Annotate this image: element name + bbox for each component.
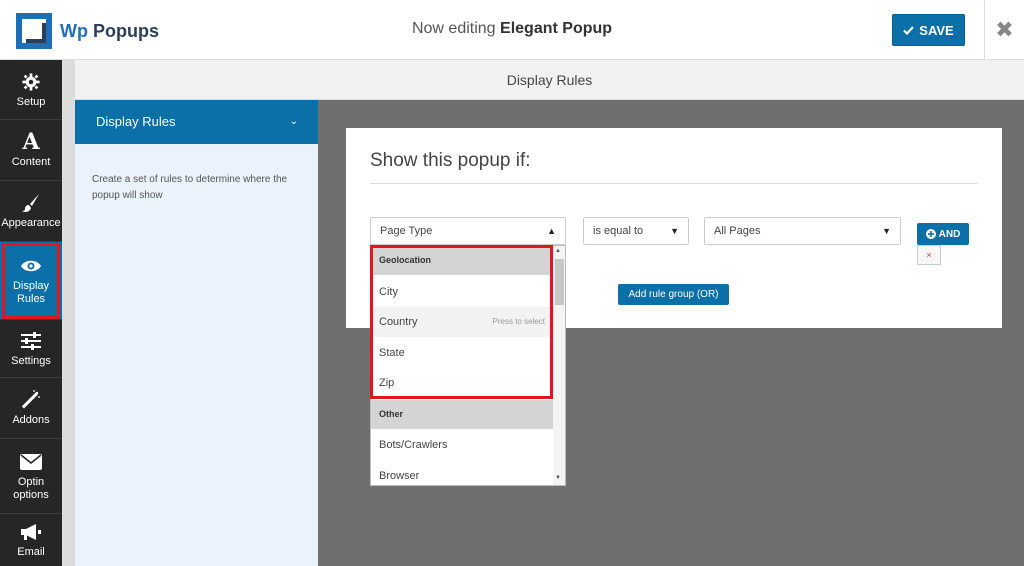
delete-icon: × — [926, 250, 932, 260]
section-description: Create a set of rules to determine where… — [92, 174, 288, 201]
logo-wp-text: Wp — [60, 20, 88, 41]
magic-wand-icon — [21, 389, 41, 411]
display-rules-section-toggle[interactable]: Display Rules ⌄ — [75, 100, 318, 144]
rule-operator-value: is equal to — [593, 225, 644, 237]
sidebar-scrollbar[interactable] — [62, 60, 75, 566]
option-label: Country — [379, 316, 418, 328]
and-button[interactable]: AND — [917, 223, 969, 245]
sidebar-item-email[interactable]: Email — [0, 514, 62, 566]
dropdown-group-header: Geolocation — [371, 246, 553, 275]
font-icon: A — [22, 128, 40, 155]
brush-icon — [21, 192, 41, 214]
envelope-icon — [20, 451, 42, 473]
eye-icon — [20, 255, 42, 277]
divider — [370, 183, 978, 184]
save-label: SAVE — [919, 22, 954, 38]
dropdown-option-city[interactable]: City — [371, 277, 553, 307]
sidebar-item-label: Appearance — [1, 217, 61, 229]
caret-up-icon: ▲ — [547, 226, 556, 236]
scroll-down-icon[interactable]: ▼ — [555, 475, 561, 481]
rule-value-value: All Pages — [714, 225, 761, 237]
add-rule-group-label: Add rule group (OR) — [628, 289, 719, 300]
sidebar-item-label: Display Rules — [12, 280, 50, 305]
sidebar-item-label: Setup — [16, 95, 46, 108]
sidebar-item-addons[interactable]: Addons — [0, 378, 62, 439]
sliders-icon — [21, 330, 41, 352]
dropdown-scrollbar[interactable]: ▲ ▼ — [553, 246, 565, 485]
dropdown-option-bots-crawlers[interactable]: Bots/Crawlers — [371, 430, 553, 460]
select-hint: Press to select — [492, 317, 545, 326]
add-rule-group-button[interactable]: Add rule group (OR) — [618, 284, 729, 305]
icon-sidebar: Setup A Content Appearance Display Rules… — [0, 60, 62, 566]
rule-field-select[interactable]: Page Type ▲ — [370, 217, 566, 245]
logo-text: Wp Popups — [60, 21, 159, 42]
dropdown-option-browser[interactable]: Browser — [371, 461, 553, 485]
plus-circle-icon — [925, 229, 936, 239]
editing-prefix: Now editing — [411, 20, 496, 37]
close-button[interactable]: ✖ — [984, 0, 1024, 60]
rule-value-select[interactable]: All Pages ▼ — [704, 217, 901, 245]
dropdown-option-zip[interactable]: Zip — [371, 368, 553, 398]
rule-field-dropdown[interactable]: Geolocation City Country Press to select… — [370, 245, 566, 486]
caret-down-icon: ▼ — [670, 226, 679, 236]
rules-sidebar: Display Rules ⌄ Create a set of rules to… — [75, 100, 318, 566]
sidebar-item-label: Settings — [11, 354, 51, 367]
top-bar: Wp Popups Now editing Elegant Popup SAVE… — [0, 0, 1024, 60]
panel-header: Display Rules — [75, 60, 1024, 100]
delete-rule-button[interactable]: × — [917, 245, 941, 265]
sidebar-item-optin-options[interactable]: Optin options — [0, 439, 62, 514]
caret-down-icon: ▼ — [882, 226, 891, 236]
and-label: AND — [938, 228, 961, 240]
sidebar-item-settings[interactable]: Settings — [0, 320, 62, 378]
sidebar-item-label: Optin options — [13, 475, 49, 501]
sidebar-item-content[interactable]: A Content — [0, 120, 62, 181]
gear-icon — [22, 71, 40, 93]
sidebar-item-setup[interactable]: Setup — [0, 60, 62, 120]
rule-operator-select[interactable]: is equal to ▼ — [583, 217, 689, 245]
dropdown-group-header: Other — [371, 400, 553, 429]
rules-heading: Show this popup if: — [370, 150, 531, 171]
sidebar-item-appearance[interactable]: Appearance — [0, 181, 62, 242]
dropdown-option-state[interactable]: State — [371, 338, 553, 368]
scroll-up-icon[interactable]: ▲ — [555, 248, 561, 254]
chevron-down-icon: ⌄ — [289, 116, 298, 127]
scrollbar-thumb[interactable] — [555, 259, 564, 305]
logo-popups-text: Popups — [93, 20, 159, 41]
sidebar-item-label: Content — [11, 156, 51, 168]
dropdown-option-country[interactable]: Country Press to select — [371, 307, 553, 337]
sidebar-item-display-rules[interactable]: Display Rules — [0, 242, 62, 320]
rule-field-value: Page Type — [380, 225, 433, 237]
panel-title: Display Rules — [506, 72, 593, 88]
save-button[interactable]: SAVE — [892, 14, 965, 46]
logo-icon — [16, 13, 52, 49]
check-icon — [903, 25, 915, 35]
sidebar-item-label: Addons — [12, 414, 50, 426]
sidebar-item-label: Email — [17, 546, 45, 558]
megaphone-icon — [20, 521, 42, 543]
section-title: Display Rules — [96, 114, 176, 129]
popup-name: Elegant Popup — [500, 20, 613, 37]
logo: Wp Popups — [16, 13, 159, 49]
close-icon: ✖ — [995, 17, 1014, 42]
